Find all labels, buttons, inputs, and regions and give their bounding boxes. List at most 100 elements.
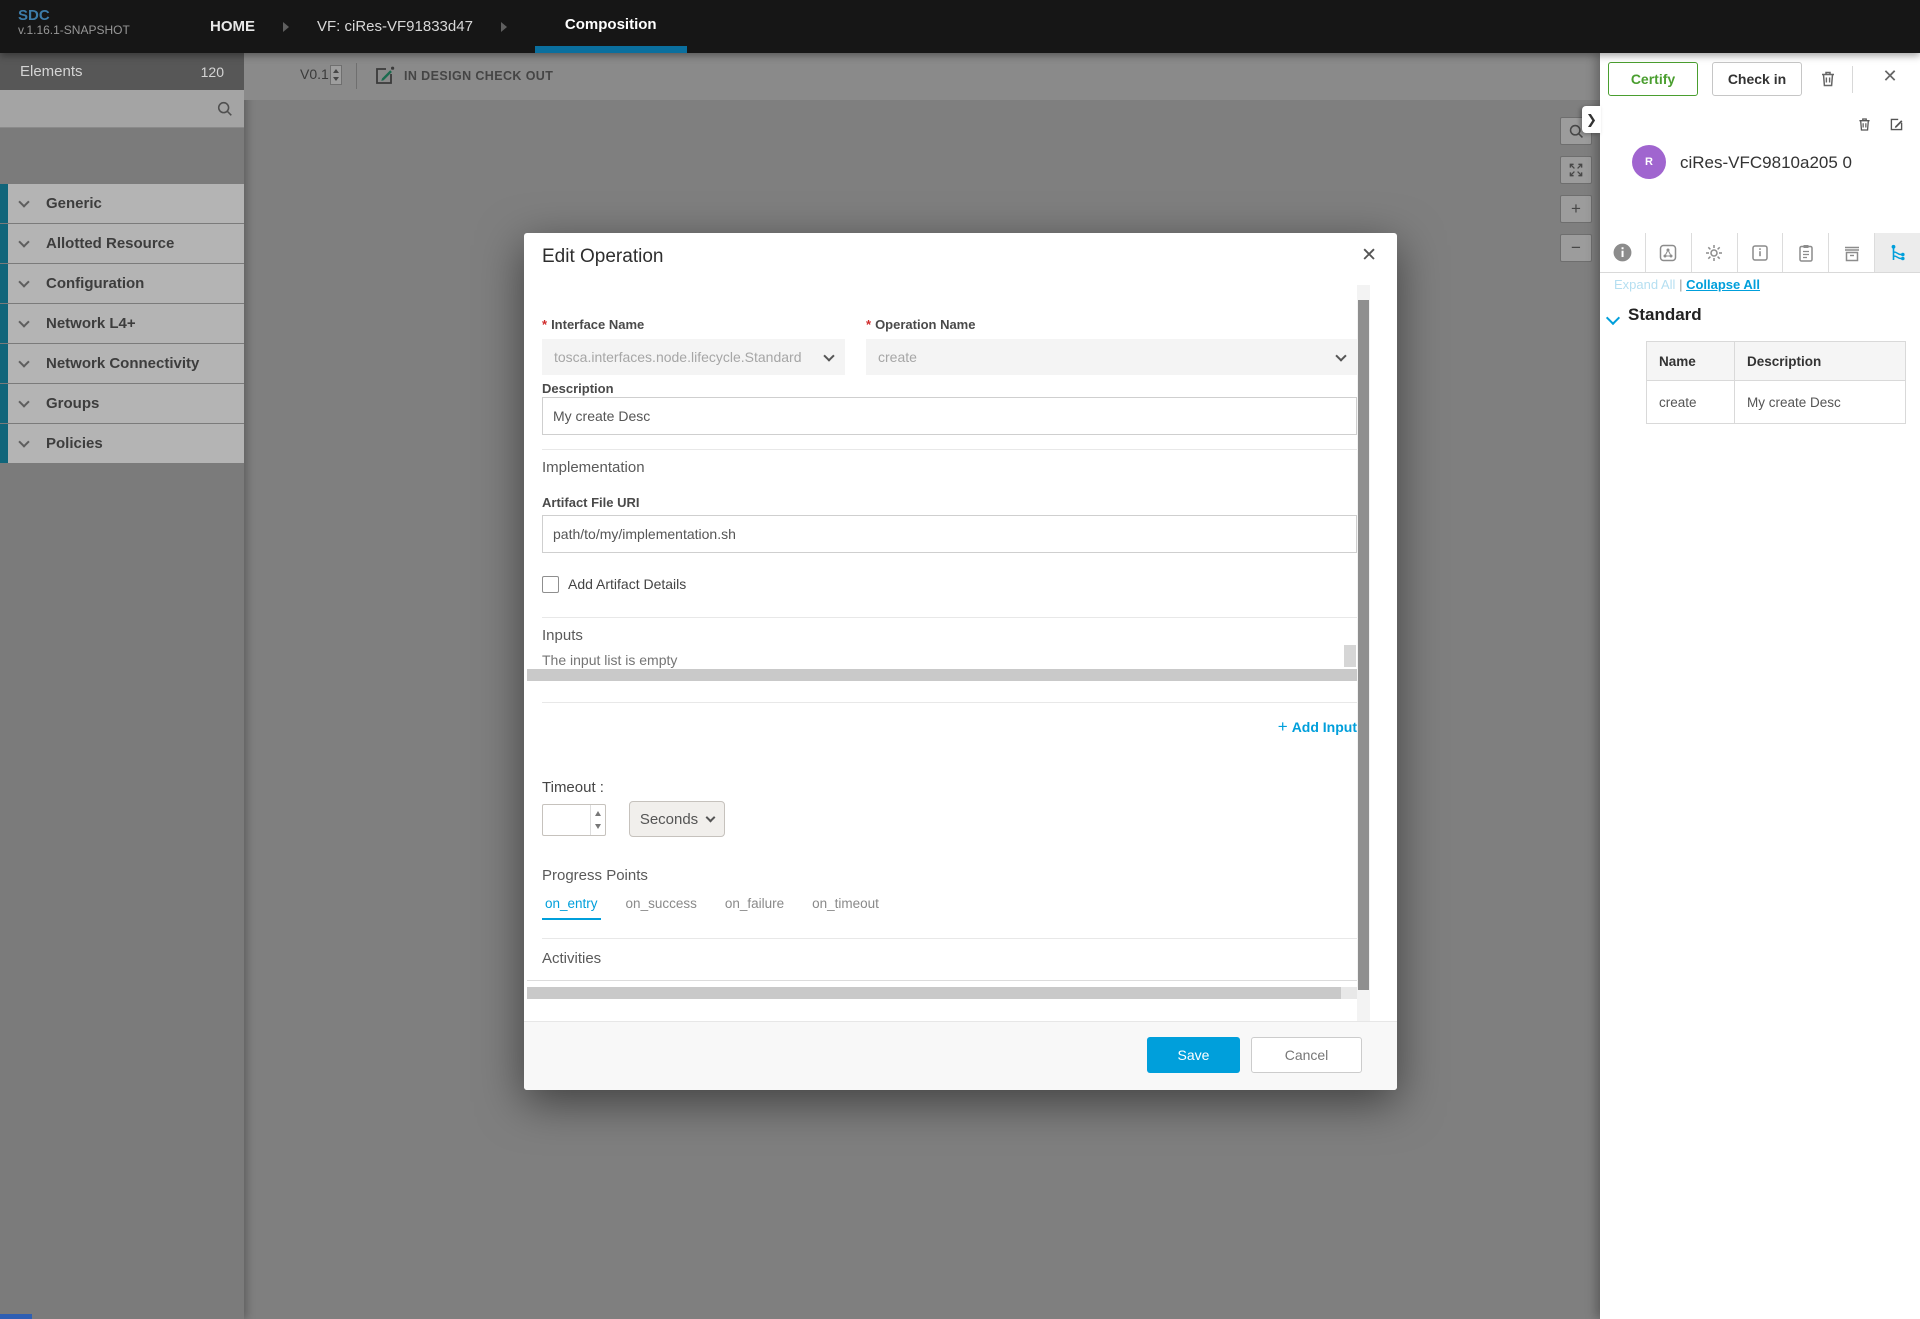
tab-on-success[interactable]: on_success	[623, 896, 700, 920]
tab-information[interactable]	[1600, 233, 1646, 272]
column-header-description: Description	[1735, 342, 1906, 381]
delete-component-icon[interactable]	[1856, 116, 1873, 133]
cancel-button[interactable]: Cancel	[1251, 1037, 1362, 1073]
canvas-fullscreen-button[interactable]	[1560, 156, 1592, 184]
divider	[542, 617, 1357, 618]
table-row[interactable]: create My create Desc	[1647, 381, 1906, 424]
interface-name-dropdown[interactable]: tosca.interfaces.node.lifecycle.Standard	[542, 339, 845, 375]
lifecycle-status-label: IN DESIGN CHECK OUT	[404, 69, 553, 83]
app-logo: SDC v.1.16.1-SNAPSHOT	[18, 7, 130, 38]
breadcrumb-home[interactable]: HOME	[210, 18, 255, 35]
timeout-unit-value: Seconds	[640, 811, 698, 828]
modal-scrollbar-thumb[interactable]	[1358, 300, 1369, 990]
workspace-header: V0.1 IN DESIGN CHECK OUT	[244, 53, 1600, 100]
canvas-zoom-out-button[interactable]: −	[1560, 234, 1592, 262]
interface-name-label: *Interface Name	[542, 317, 644, 332]
sidebar-item-label: Policies	[46, 435, 103, 452]
operation-name-cell: create	[1647, 381, 1735, 424]
timeout-unit-dropdown[interactable]: Seconds	[629, 801, 725, 837]
tab-on-timeout[interactable]: on_timeout	[809, 896, 882, 920]
collapse-all-link[interactable]: Collapse All	[1686, 277, 1760, 292]
app-version: v.1.16.1-SNAPSHOT	[18, 24, 130, 38]
save-button[interactable]: Save	[1147, 1037, 1240, 1073]
tab-on-entry[interactable]: on_entry	[542, 896, 601, 920]
search-input[interactable]	[0, 90, 244, 128]
chevron-down-icon	[18, 436, 29, 447]
divider	[1852, 66, 1853, 93]
divider	[356, 63, 357, 89]
chevron-down-icon	[823, 350, 834, 361]
sidebar-item-network-connectivity[interactable]: Network Connectivity	[0, 344, 244, 383]
square-info-icon	[1750, 243, 1770, 263]
elements-sidebar: Elements 120 Generic Allotted Resource C…	[0, 53, 244, 1319]
interface-section-title[interactable]: Standard	[1628, 305, 1702, 325]
interface-name-value: tosca.interfaces.node.lifecycle.Standard	[554, 349, 801, 365]
number-stepper[interactable]	[590, 805, 605, 835]
sidebar-item-generic[interactable]: Generic	[0, 184, 244, 223]
progress-points-label: Progress Points	[542, 867, 648, 884]
tab-inputs[interactable]	[1738, 233, 1784, 272]
tab-api-artifacts[interactable]	[1829, 233, 1875, 272]
operation-name-dropdown[interactable]: create	[866, 339, 1357, 375]
description-label: Description	[542, 381, 614, 396]
tab-on-failure[interactable]: on_failure	[722, 896, 787, 920]
edit-component-icon[interactable]	[1888, 116, 1905, 133]
sidebar-item-groups[interactable]: Groups	[0, 384, 244, 423]
add-artifact-checkbox[interactable]	[542, 576, 559, 593]
artifact-uri-input[interactable]	[542, 515, 1357, 553]
breadcrumb: HOME VF: ciRes-VF91833d47 Composition	[210, 0, 687, 53]
close-workspace-icon[interactable]: ✕	[1876, 66, 1904, 87]
canvas-zoom-in-button[interactable]: +	[1560, 195, 1592, 223]
tab-composition-structure[interactable]	[1646, 233, 1692, 272]
sidebar-item-configuration[interactable]: Configuration	[0, 264, 244, 303]
elements-title: Elements	[20, 63, 201, 80]
chevron-down-icon	[18, 316, 29, 327]
table-header-row: Name Description	[1647, 342, 1906, 381]
inputs-horizontal-scrollbar[interactable]	[527, 669, 1357, 681]
top-header: SDC v.1.16.1-SNAPSHOT HOME VF: ciRes-VF9…	[0, 0, 1920, 53]
timeout-input[interactable]	[542, 804, 606, 836]
delete-icon[interactable]	[1818, 69, 1838, 89]
chevron-right-icon	[501, 22, 507, 32]
chevron-down-icon	[18, 196, 29, 207]
close-icon[interactable]: ✕	[1361, 244, 1377, 267]
chevron-down-icon[interactable]	[1606, 311, 1620, 325]
edit-operation-modal: Edit Operation ✕ *Interface Name *Operat…	[524, 233, 1397, 1090]
divider	[527, 980, 1357, 981]
breadcrumb-vf[interactable]: VF: ciRes-VF91833d47	[317, 18, 473, 35]
expand-all-link[interactable]: Expand All	[1614, 277, 1675, 292]
modal-footer: Save Cancel	[524, 1021, 1397, 1090]
check-in-button[interactable]: Check in	[1712, 62, 1802, 96]
activities-horizontal-scrollbar[interactable]	[527, 987, 1357, 999]
tab-settings[interactable]	[1692, 233, 1738, 272]
divider: |	[1679, 277, 1682, 292]
clipboard-icon	[1796, 243, 1816, 263]
inputs-section-label: Inputs	[542, 627, 583, 644]
chevron-down-icon	[706, 813, 716, 823]
certify-button[interactable]: Certify	[1608, 62, 1698, 96]
timeout-label: Timeout :	[542, 779, 604, 796]
checkout-pencil-icon	[372, 64, 396, 88]
tab-operations[interactable]	[1875, 233, 1920, 272]
version-selector[interactable]: V0.1	[300, 66, 329, 82]
version-stepper[interactable]	[330, 65, 342, 85]
search-icon	[216, 100, 234, 118]
fullscreen-icon	[1568, 162, 1584, 178]
inputs-vertical-scrollbar[interactable]	[1344, 645, 1356, 667]
activities-section-label: Activities	[542, 950, 601, 967]
required-asterisk: *	[866, 317, 871, 332]
tab-deployment-artifacts[interactable]	[1783, 233, 1829, 272]
sidebar-item-network-l4[interactable]: Network L4+	[0, 304, 244, 343]
operation-name-label: *Operation Name	[866, 317, 975, 332]
tab-composition[interactable]: Composition	[535, 0, 687, 53]
sidebar-item-policies[interactable]: Policies	[0, 424, 244, 463]
divider	[542, 449, 1357, 450]
description-input[interactable]	[542, 397, 1357, 435]
chevron-down-icon	[18, 236, 29, 247]
divider	[542, 938, 1357, 939]
add-input-button[interactable]: +Add Input	[542, 717, 1357, 737]
sidebar-item-allotted-resource[interactable]: Allotted Resource	[0, 224, 244, 263]
sidebar-item-label: Allotted Resource	[46, 235, 174, 252]
panel-collapse-toggle[interactable]: ❯	[1582, 106, 1601, 133]
elements-count-badge: 120	[201, 64, 224, 80]
